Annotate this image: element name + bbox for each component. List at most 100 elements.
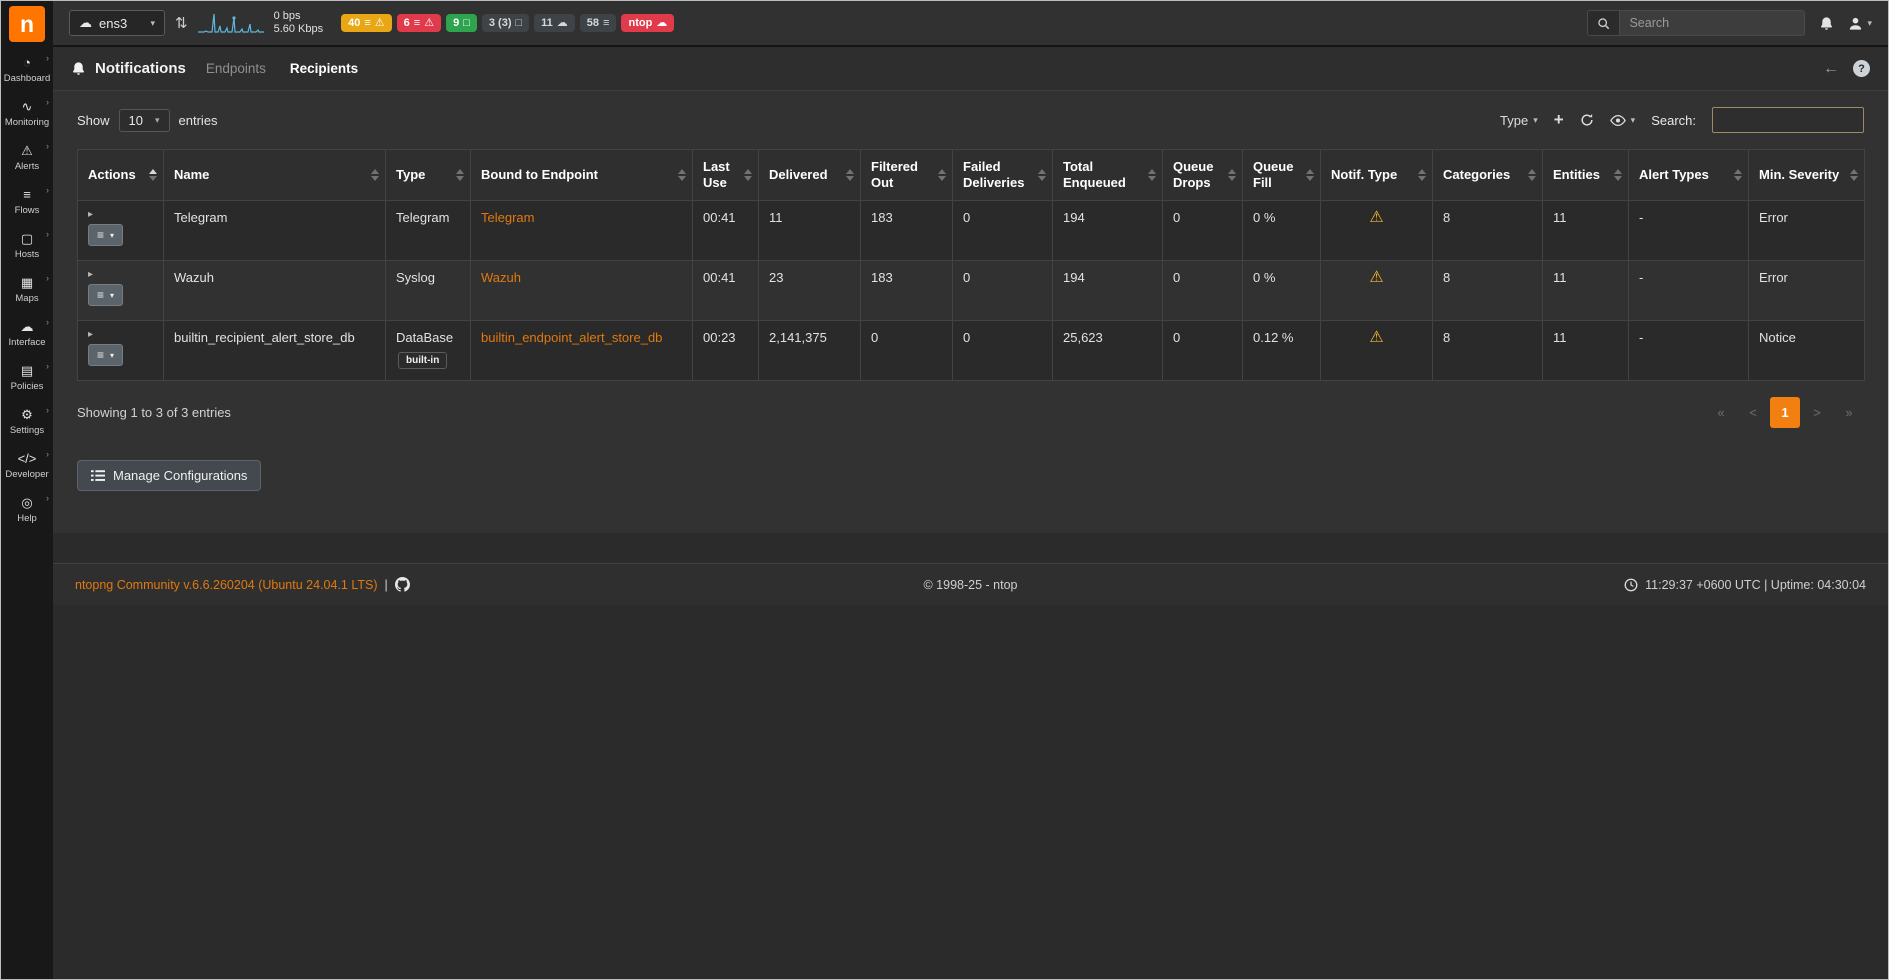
topbar-badge-58-5[interactable]: 58 ≡ xyxy=(579,14,617,32)
cell-min-severity: Error xyxy=(1748,200,1865,261)
column-label: Categories xyxy=(1443,167,1511,182)
topbar-badge-40-0[interactable]: 40 ≡ ⚠ xyxy=(341,14,392,32)
column-header-name[interactable]: Name xyxy=(163,149,386,201)
column-header-type[interactable]: Type xyxy=(385,149,471,201)
type-filter-label: Type xyxy=(1500,112,1529,128)
cell-type: DataBase built-in xyxy=(385,320,471,381)
chevron-right-icon: › xyxy=(46,97,49,107)
column-label: Entities xyxy=(1553,167,1600,182)
sidebar-item-policies[interactable]: ▤ Policies › xyxy=(1,356,53,400)
sidebar-item-dashboard[interactable]: ◔ Dashboard › xyxy=(1,48,53,92)
version-link[interactable]: ntopng Community v.6.6.260204 (Ubuntu 24… xyxy=(75,578,378,592)
column-header-total-enqueued[interactable]: Total Enqueued xyxy=(1052,149,1163,201)
row-expander-icon[interactable]: ▸ xyxy=(88,270,153,280)
column-header-categories[interactable]: Categories xyxy=(1432,149,1543,201)
interface-select[interactable]: ☁ ens3 ▾ xyxy=(69,10,165,36)
topbar-badge-9-2[interactable]: 9 □ xyxy=(446,14,477,32)
table-footer: Showing 1 to 3 of 3 entries « <1 > » xyxy=(77,397,1864,428)
github-icon[interactable] xyxy=(394,577,410,592)
type-filter-dropdown[interactable]: Type ▾ xyxy=(1500,113,1538,128)
column-header-notif-type[interactable]: Notif. Type xyxy=(1320,149,1433,201)
chevron-down-icon: ▾ xyxy=(1533,114,1538,125)
column-header-actions[interactable]: Actions xyxy=(77,149,164,201)
topbar-badge-11-4[interactable]: 11 ☁ xyxy=(534,14,575,32)
refresh-button[interactable] xyxy=(1580,113,1594,127)
table-search-input[interactable] xyxy=(1712,107,1864,133)
sidebar-item-maps[interactable]: ▦ Maps › xyxy=(1,268,53,312)
sort-icon xyxy=(678,169,686,181)
global-search-input[interactable] xyxy=(1619,10,1806,36)
column-header-queue-drops[interactable]: Queue Drops xyxy=(1162,149,1243,201)
sidebar-item-developer[interactable]: </> Developer › xyxy=(1,444,53,488)
page-button-1[interactable]: 1 xyxy=(1770,397,1800,428)
back-arrow-icon[interactable]: ← xyxy=(1823,60,1839,78)
row-actions-menu-button[interactable]: ≡ ▾ xyxy=(88,224,124,246)
sidebar-item-help[interactable]: ◎ Help › xyxy=(1,488,53,532)
sidebar-item-hosts[interactable]: ▢ Hosts › xyxy=(1,224,53,268)
badge-icon: ☁ xyxy=(656,17,668,29)
copyright: © 1998-25 - ntop xyxy=(923,577,1018,592)
badge-icon: ⚠ xyxy=(374,17,385,29)
chevron-right-icon: › xyxy=(46,361,49,371)
column-header-alert-types[interactable]: Alert Types xyxy=(1628,149,1749,201)
cell-queue-drops: 0 xyxy=(1162,200,1243,261)
topbar-badge-3-3-3[interactable]: 3 (3) □ xyxy=(481,14,530,32)
notifications-bell-icon[interactable] xyxy=(1819,16,1834,31)
badge-count: 6 xyxy=(403,17,410,29)
row-expander-icon[interactable]: ▸ xyxy=(88,210,153,220)
row-actions-menu-button[interactable]: ≡ ▾ xyxy=(88,344,124,366)
endpoint-link[interactable]: Wazuh xyxy=(481,270,521,285)
sidebar-item-alerts[interactable]: ⚠ Alerts › xyxy=(1,136,53,180)
warning-icon: ⚠ xyxy=(1369,329,1384,346)
column-header-failed-deliveries[interactable]: Failed Deliveries xyxy=(952,149,1053,201)
sort-icon xyxy=(1418,169,1426,181)
topbar-badge-6-1[interactable]: 6 ≡ ⚠ xyxy=(396,14,442,32)
page-tabs: Endpoints Recipients xyxy=(206,61,358,76)
column-header-queue-fill[interactable]: Queue Fill xyxy=(1242,149,1321,201)
tab-endpoints[interactable]: Endpoints xyxy=(206,61,266,76)
sidebar-item-label: Developer xyxy=(5,469,49,480)
cell-delivered: 23 xyxy=(758,260,861,321)
column-header-delivered[interactable]: Delivered xyxy=(758,149,861,201)
row-expander-icon[interactable]: ▸ xyxy=(88,330,153,340)
column-header-min-severity[interactable]: Min. Severity xyxy=(1748,149,1865,201)
page-size-group: Show 10 ▾ entries xyxy=(77,108,218,132)
sidebar-item-monitoring[interactable]: ∿ Monitoring › xyxy=(1,92,53,136)
chevron-down-icon: ▾ xyxy=(155,114,160,125)
topbar-badge-ntop-6[interactable]: ntop ☁ xyxy=(621,14,675,32)
caret-down-icon: ▾ xyxy=(110,290,115,300)
code-icon: </> xyxy=(17,451,37,466)
column-header-last-use[interactable]: Last Use xyxy=(692,149,759,201)
cell-total-enqueued: 194 xyxy=(1052,200,1163,261)
column-header-bound-to-endpoint[interactable]: Bound to Endpoint xyxy=(470,149,693,201)
sidebar-item-label: Flows xyxy=(14,205,40,216)
sidebar-item-settings[interactable]: ⚙ Settings › xyxy=(1,400,53,444)
cloud-icon: ☁ xyxy=(79,15,92,30)
tab-recipients[interactable]: Recipients xyxy=(290,61,358,76)
user-menu-icon[interactable]: ▾ xyxy=(1848,16,1872,31)
updown-arrows-icon: ⇅ xyxy=(175,15,188,32)
row-actions-menu-button[interactable]: ≡ ▾ xyxy=(88,284,124,306)
cell-min-severity: Error xyxy=(1748,260,1865,321)
recipient-type: DataBase xyxy=(396,330,454,345)
sidebar-item-flows[interactable]: ≡ Flows › xyxy=(1,180,53,224)
endpoint-link[interactable]: Telegram xyxy=(481,210,534,225)
add-recipient-button[interactable]: + xyxy=(1554,110,1564,130)
ntop-logo[interactable]: n xyxy=(9,6,45,42)
cell-categories: 8 xyxy=(1432,260,1543,321)
sort-icon xyxy=(1148,169,1156,181)
sort-icon xyxy=(846,169,854,181)
column-visibility-dropdown[interactable]: ▾ xyxy=(1609,114,1636,127)
column-header-entities[interactable]: Entities xyxy=(1542,149,1629,201)
column-header-filtered-out[interactable]: Filtered Out xyxy=(860,149,953,201)
chevron-down-icon: ▾ xyxy=(1630,114,1636,125)
manage-configurations-button[interactable]: Manage Configurations xyxy=(77,460,262,491)
cell-total-enqueued: 194 xyxy=(1052,260,1163,321)
table-row: ▸ ≡ ▾ Wazuh Syslog Wazuh 00:41 23 183 0 194 0 0 % ⚠ 8 1… xyxy=(77,260,1865,321)
sidebar-item-interface[interactable]: ☁ Interface › xyxy=(1,312,53,356)
page-size-select[interactable]: 10 ▾ xyxy=(118,108,170,132)
interface-name: ens3 xyxy=(99,15,128,31)
endpoint-link[interactable]: builtin_endpoint_alert_store_db xyxy=(481,330,662,345)
help-icon[interactable]: ? xyxy=(1853,60,1870,77)
recipients-table: Actions Name Type Bound to Endpoint Last Use… xyxy=(77,149,1865,381)
